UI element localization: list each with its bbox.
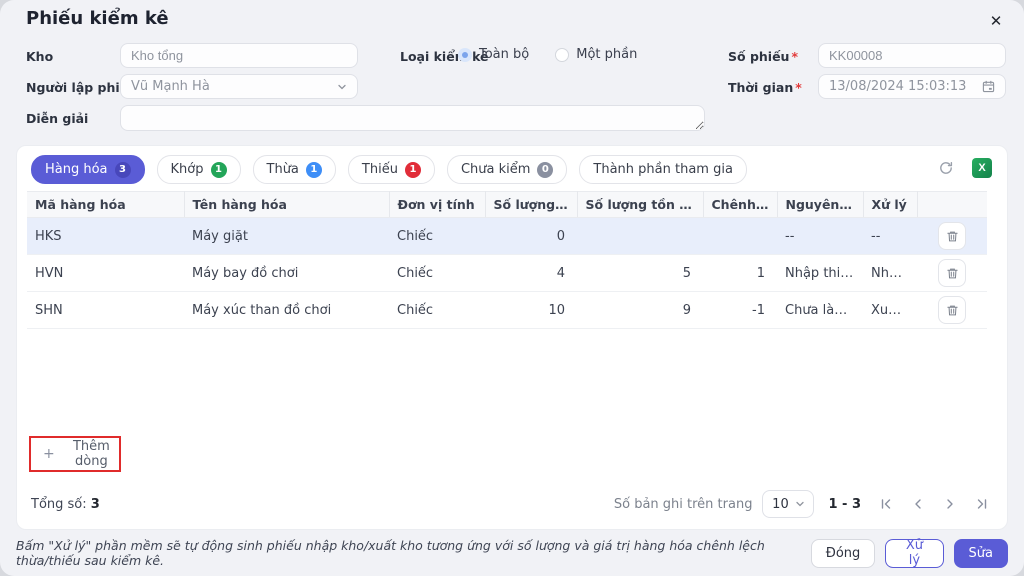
thoi-gian-label: Thời gian* (728, 80, 802, 95)
tab-badge: 1 (211, 162, 227, 178)
kho-label: Kho (26, 49, 53, 64)
inventory-check-dialog: Phiếu kiểm kê ✕ Kho Loại kiểm kê Toàn bộ… (0, 0, 1024, 576)
nguoi-lap-phieu-value: Vũ Mạnh Hà (131, 79, 210, 94)
kho-input[interactable] (120, 43, 358, 68)
tab-thua[interactable]: Thừa 1 (253, 155, 336, 184)
items-card: Hàng hóa 3 Khớp 1 Thừa 1 Thiếu 1 Chưa ki… (16, 145, 1008, 530)
annotation-highlight-box: + Thêm dòng (29, 436, 121, 472)
page-title: Phiếu kiểm kê (26, 8, 169, 29)
loai-kiem-ke-radio-group: Toàn bộ Một phần (458, 47, 637, 62)
total-count: Tổng số: 3 (31, 497, 100, 512)
tab-hang-hoa[interactable]: Hàng hóa 3 (31, 155, 145, 184)
items-table: Mã hàng hóa Tên hàng hóa Đơn vị tính Số … (27, 191, 987, 329)
col-so-luong-ton-kho: Số lượng tồn kho (485, 192, 577, 218)
thoi-gian-input[interactable]: 13/08/2024 15:03:13 (818, 74, 1006, 99)
radio-unselected-icon (555, 48, 569, 62)
tab-bar: Hàng hóa 3 Khớp 1 Thừa 1 Thiếu 1 Chưa ki… (31, 155, 747, 184)
pagination: Số bản ghi trên trang 10 1 - 3 (614, 490, 993, 518)
col-xu-ly: Xử lý (863, 192, 917, 218)
chevron-down-icon (337, 82, 347, 92)
last-page-icon[interactable] (971, 493, 993, 515)
dien-giai-textarea[interactable] (120, 105, 705, 131)
nguoi-lap-phieu-select[interactable]: Vũ Mạnh Hà (120, 74, 358, 99)
refresh-icon[interactable] (935, 157, 957, 179)
tab-badge: 1 (405, 162, 421, 178)
process-button[interactable]: Xử lý (885, 539, 943, 568)
delete-row-icon[interactable] (938, 222, 966, 250)
close-button[interactable]: Đóng (811, 539, 876, 568)
radio-mot-phan[interactable]: Một phần (555, 47, 637, 62)
thoi-gian-value: 13/08/2024 15:03:13 (829, 79, 966, 94)
radio-toan-bo[interactable]: Toàn bộ (458, 47, 529, 62)
table-row[interactable]: HVN Máy bay đồ chơi Chiếc 4 5 1 Nhập thi… (27, 255, 987, 292)
delete-row-icon[interactable] (938, 259, 966, 287)
table-row[interactable]: HKS Máy giặt Chiếc 0 -- -- (27, 218, 987, 255)
tab-khop[interactable]: Khớp 1 (157, 155, 241, 184)
plus-icon: + (43, 447, 55, 461)
col-don-vi-tinh: Đơn vị tính (389, 192, 485, 218)
table-toolbar: X (935, 157, 993, 179)
process-hint-text: Bấm "Xử lý" phần mềm sẽ tự động sinh phi… (16, 538, 797, 568)
chevron-down-icon (795, 499, 805, 509)
per-page-select[interactable]: 10 (762, 490, 814, 518)
so-phieu-label: Số phiếu* (728, 49, 798, 64)
radio-mot-phan-label: Một phần (576, 47, 637, 62)
per-page-label: Số bản ghi trên trang (614, 497, 753, 512)
export-excel-icon[interactable]: X (971, 157, 993, 179)
tab-badge: 1 (306, 162, 322, 178)
tab-chua-kiem[interactable]: Chưa kiểm 0 (447, 155, 567, 184)
prev-page-icon[interactable] (907, 493, 929, 515)
tab-badge: 3 (115, 162, 131, 178)
edit-button[interactable]: Sửa (954, 539, 1008, 568)
so-phieu-input[interactable] (818, 43, 1006, 68)
col-ma-hang-hoa: Mã hàng hóa (27, 192, 184, 218)
add-row-button[interactable]: + Thêm dòng (31, 439, 119, 469)
tab-thanh-phan-tham-gia[interactable]: Thành phần tham gia (579, 155, 747, 184)
col-so-luong-ton-thuc-te: Số lượng tồn thực tế (577, 192, 703, 218)
calendar-icon (982, 80, 995, 93)
col-ten-hang-hoa: Tên hàng hóa (184, 192, 389, 218)
page-range: 1 - 3 (828, 497, 861, 512)
table-footer: Tổng số: 3 Số bản ghi trên trang 10 1 - … (31, 490, 993, 518)
next-page-icon[interactable] (939, 493, 961, 515)
table-row[interactable]: SHN Máy xúc than đồ chơi Chiếc 10 9 -1 C… (27, 292, 987, 329)
tab-thieu[interactable]: Thiếu 1 (348, 155, 435, 184)
tab-badge: 0 (537, 162, 553, 178)
radio-toan-bo-label: Toàn bộ (479, 47, 529, 62)
col-chenh-lech: Chênh lệch (703, 192, 777, 218)
delete-row-icon[interactable] (938, 296, 966, 324)
radio-selected-icon (458, 48, 472, 62)
close-icon[interactable]: ✕ (986, 12, 1006, 32)
col-nguyen-nhan: Nguyên nhân (777, 192, 863, 218)
first-page-icon[interactable] (875, 493, 897, 515)
dialog-footer: Bấm "Xử lý" phần mềm sẽ tự động sinh phi… (0, 530, 1024, 576)
dien-giai-label: Diễn giải (26, 111, 88, 126)
table-header-row: Mã hàng hóa Tên hàng hóa Đơn vị tính Số … (27, 192, 987, 218)
col-actions (917, 192, 987, 218)
